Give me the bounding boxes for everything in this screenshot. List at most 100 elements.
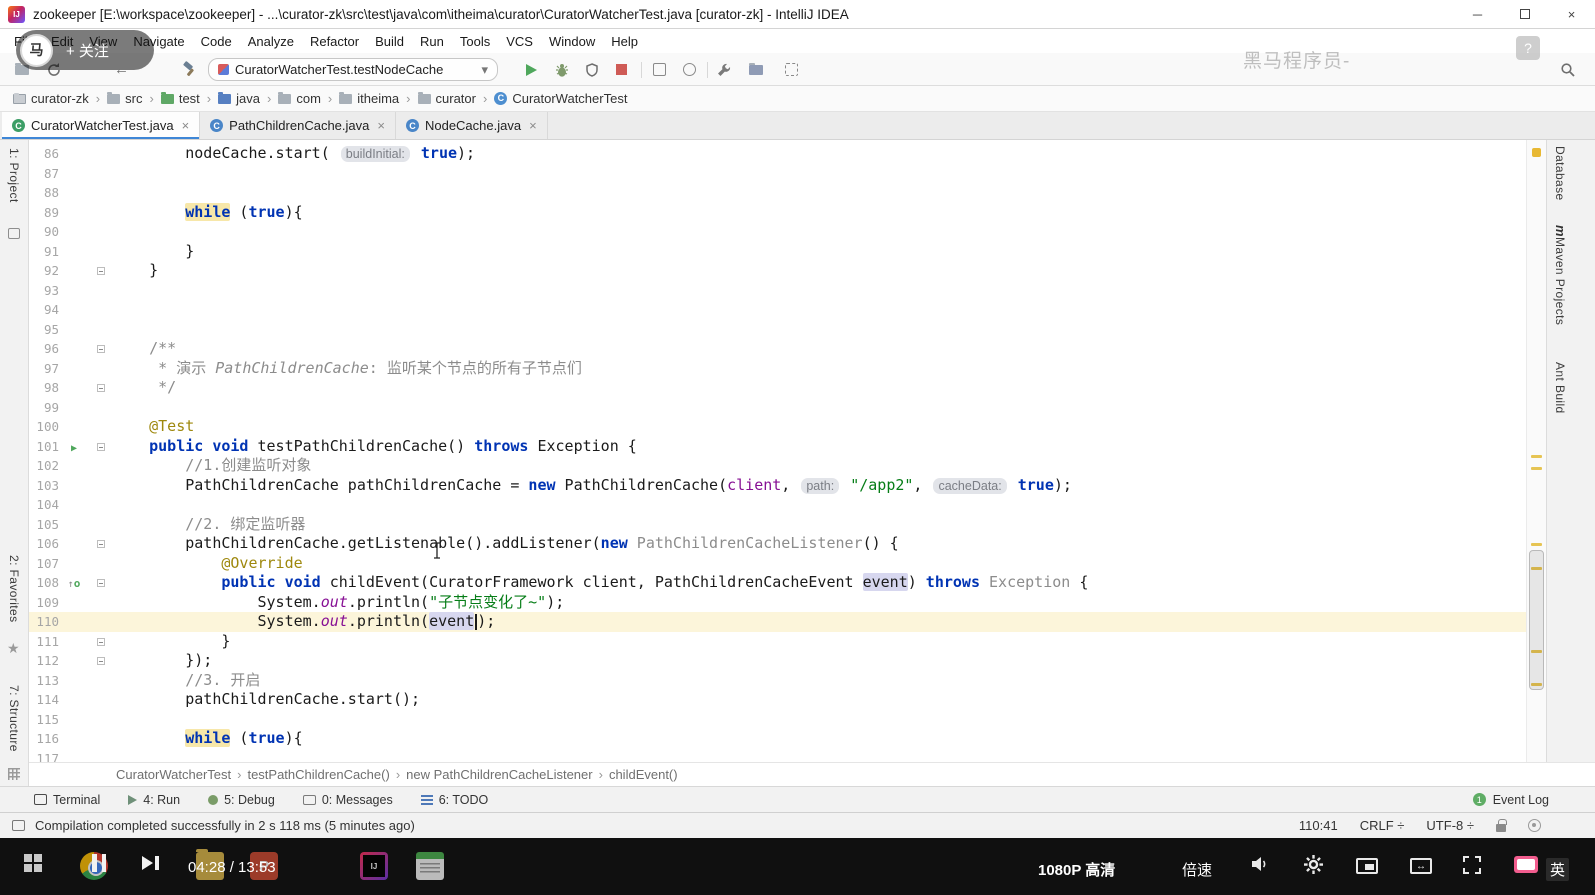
menu-item-analyze[interactable]: Analyze [240,32,302,51]
menu-item-tools[interactable]: Tools [452,32,498,51]
minimize-button[interactable]: ─ [1454,0,1501,28]
code-line-94[interactable]: 94 [29,300,1526,320]
code-line-115[interactable]: 115 [29,710,1526,730]
code-line-101[interactable]: 101 ▶ public void testPathChildrenCache()… [29,437,1526,457]
code-line-102[interactable]: 102 //1.创建监听对象 [29,456,1526,476]
menu-item-run[interactable]: Run [412,32,452,51]
fullscreen-icon[interactable] [1462,855,1482,880]
fold-marker-icon[interactable] [97,384,105,392]
quality-button[interactable]: 1080P 高清 [1038,859,1115,880]
profiler-icon[interactable] [650,60,669,79]
code-line-90[interactable]: 90 [29,222,1526,242]
code-line-93[interactable]: 93 [29,281,1526,301]
close-tab-icon[interactable]: × [182,118,190,133]
breadcrumb-item[interactable]: testPathChildrenCache() [245,767,391,782]
star-icon[interactable]: ★ [7,640,20,657]
vcs-update-icon[interactable] [782,60,801,79]
player-settings-gear-icon[interactable] [1304,855,1323,879]
tab-PathChildrenCache.java[interactable]: C PathChildrenCache.java × [200,112,396,139]
coverage-button[interactable] [582,60,601,79]
menu-item-code[interactable]: Code [193,32,240,51]
search-everywhere-icon[interactable] [1558,60,1577,79]
code-line-112[interactable]: 112 }); [29,651,1526,671]
scrollbar-thumb[interactable] [1529,550,1544,690]
code-line-86[interactable]: 86 nodeCache.start( buildInitial: true); [29,144,1526,164]
inspections-hector-icon[interactable] [1528,819,1541,832]
path-item-curatorwatchertest[interactable]: C CuratorWatcherTest [491,91,630,106]
stop-button[interactable] [612,60,631,79]
run-configuration-select[interactable]: CuratorWatcherTest.testNodeCache ▾ [208,58,498,81]
uploader-avatar[interactable]: 马 [20,33,53,67]
code-line-110[interactable]: 110 System.out.println(event); [29,612,1526,632]
code-line-106[interactable]: 106 pathChildrenCache.getListenable().ad… [29,534,1526,554]
menu-item-refactor[interactable]: Refactor [302,32,367,51]
run-button[interactable] [522,60,541,79]
toolwindow-button-5-debug[interactable]: 5: Debug [208,793,275,807]
code-line-92[interactable]: 92 } [29,261,1526,281]
editor-scrollbar[interactable] [1526,140,1546,762]
speed-button[interactable]: 倍速 [1182,859,1212,880]
code-line-95[interactable]: 95 [29,320,1526,340]
build-hammer-icon[interactable] [180,60,199,79]
maximize-button[interactable] [1501,0,1548,28]
intellij-taskbar-icon[interactable]: IJ [360,852,388,880]
event-log-button[interactable]: 1 Event Log [1472,793,1595,807]
fold-marker-icon[interactable] [97,442,105,451]
code-line-104[interactable]: 104 [29,495,1526,515]
path-item-src[interactable]: src [104,91,145,106]
code-line-117[interactable]: 117 [29,749,1526,763]
volume-icon[interactable] [1250,855,1270,878]
code-line-91[interactable]: 91 } [29,242,1526,262]
toolwindow-button-4-run[interactable]: 4: Run [128,793,180,807]
toolwindow-structure[interactable]: 7: Structure [7,685,21,752]
fold-marker-icon[interactable] [97,657,105,665]
menu-item-window[interactable]: Window [541,32,603,51]
bilibili-tv-icon[interactable] [1514,856,1538,873]
path-item-java[interactable]: java [215,91,263,106]
code-line-100[interactable]: 100 @Test [29,417,1526,437]
close-tab-icon[interactable]: × [529,118,537,133]
close-tab-icon[interactable]: × [377,118,385,133]
toolwindow-ant[interactable]: Ant Build [1553,362,1567,414]
close-button[interactable]: × [1548,0,1595,28]
follow-button[interactable]: + 关注 [66,40,109,61]
code-line-109[interactable]: 109 System.out.println("子节点变化了~"); [29,593,1526,613]
code-line-116[interactable]: 116 while (true){ [29,729,1526,749]
overriding-method-icon[interactable]: o [74,577,81,590]
mini-player-icon[interactable] [1356,858,1378,874]
notepad-taskbar-icon[interactable] [416,852,444,880]
code-line-97[interactable]: 97 * 演示 PathChildrenCache: 监听某个节点的所有子节点们 [29,359,1526,379]
code-line-111[interactable]: 111 } [29,632,1526,652]
path-item-com[interactable]: com [275,91,324,106]
code-line-105[interactable]: 105 //2. 绑定监听器 [29,515,1526,535]
toolwindow-database[interactable]: Database [1553,146,1567,201]
code-editor[interactable]: 86 nodeCache.start( buildInitial: true);… [29,140,1526,762]
tab-CuratorWatcherTest.java[interactable]: C CuratorWatcherTest.java × [2,112,201,139]
fold-marker-icon[interactable] [97,345,105,353]
path-item-test[interactable]: test [158,91,203,106]
fold-marker-icon[interactable] [97,267,105,275]
breadcrumb-item[interactable]: new PathChildrenCacheListener [404,767,594,782]
line-separator[interactable]: CRLF ÷ [1360,818,1405,833]
settings-wrench-icon[interactable] [714,60,733,79]
inspection-indicator-icon[interactable] [1532,148,1541,157]
toolwindow-button-0-messages[interactable]: 0: Messages [302,793,393,807]
code-line-114[interactable]: 114 pathChildrenCache.start(); [29,690,1526,710]
code-line-107[interactable]: 107 @Override [29,554,1526,574]
widescreen-icon[interactable]: ↔ [1410,858,1432,874]
fold-marker-icon[interactable] [97,637,105,646]
code-line-108[interactable]: 108 ↑o public void childEvent(CuratorFram… [29,573,1526,593]
toolwindow-toggle-icon[interactable] [12,820,25,831]
project-structure-icon[interactable] [746,60,765,79]
toolwindow-button-terminal[interactable]: Terminal [34,793,100,807]
attach-process-icon[interactable] [680,60,699,79]
next-video-button[interactable] [142,856,159,870]
ime-indicator[interactable]: 英 [1546,858,1570,881]
pause-button[interactable] [92,854,106,872]
code-line-103[interactable]: 103 PathChildrenCache pathChildrenCache … [29,476,1526,496]
windows-start-button[interactable] [24,854,42,872]
path-item-curator-zk[interactable]: curator-zk [10,91,92,106]
toolwindow-maven[interactable]: mMaven Projects [1553,225,1568,325]
debug-button[interactable] [552,60,571,79]
code-line-87[interactable]: 87 [29,164,1526,184]
